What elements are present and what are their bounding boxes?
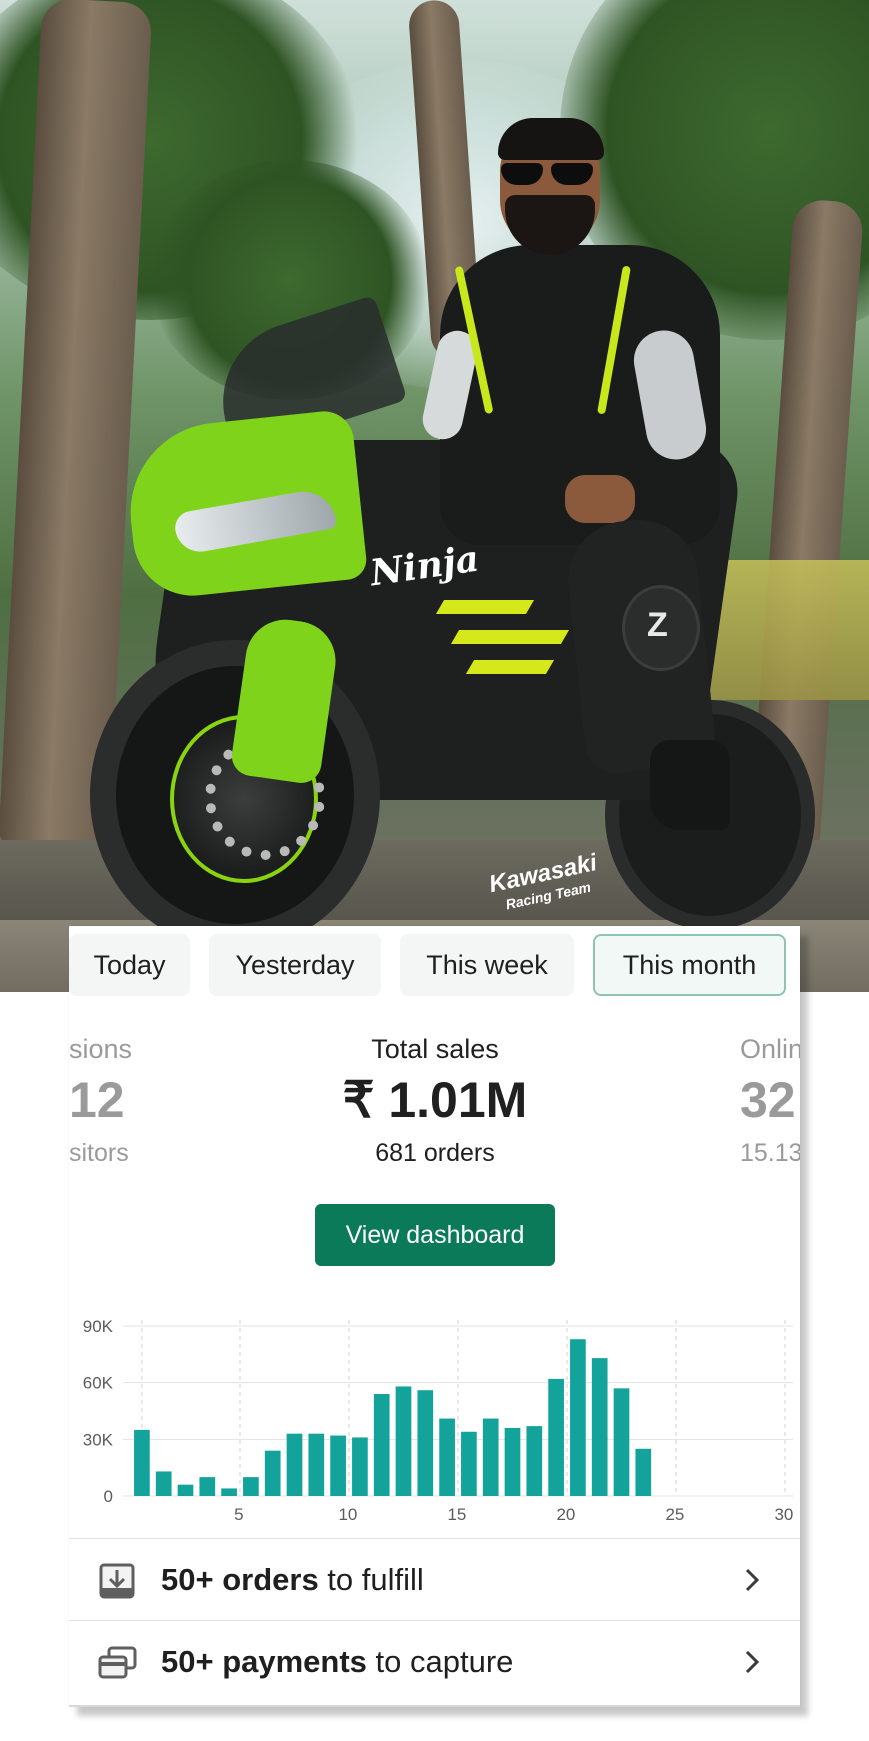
knee-guard: Z xyxy=(622,585,700,671)
chart-bar xyxy=(134,1429,150,1496)
chart-bar xyxy=(286,1433,303,1496)
chevron-right-icon xyxy=(745,1650,760,1674)
chart-bar xyxy=(417,1390,434,1496)
chart-bar xyxy=(635,1448,652,1496)
sales-bar-chart: 0 30K 60K 90K 5 10 15 20 25 30 xyxy=(83,1317,794,1524)
rider-boot xyxy=(650,740,730,830)
chart-bar xyxy=(395,1386,412,1496)
x-tick-label: 10 xyxy=(338,1505,357,1524)
hero-photo: Ninja Kawasaki Racing Team Z xyxy=(0,0,869,992)
chart-bar xyxy=(177,1484,194,1496)
metric-sub: sitors xyxy=(69,1139,129,1167)
chart-bar xyxy=(591,1358,608,1496)
chart-bar xyxy=(526,1426,543,1496)
chart-bar xyxy=(264,1450,281,1496)
chart-bar xyxy=(352,1437,368,1496)
payments-rest: to capture xyxy=(366,1644,514,1679)
chart-bar xyxy=(482,1418,499,1496)
view-dashboard-button[interactable]: View dashboard xyxy=(315,1204,555,1266)
rider-hair xyxy=(498,118,604,160)
metric-label: sions xyxy=(69,1034,133,1064)
chart-bar xyxy=(613,1388,630,1496)
chart-bar xyxy=(461,1431,477,1496)
stripe xyxy=(435,600,535,614)
chart-bar xyxy=(330,1435,346,1496)
metric-label: Onlin xyxy=(740,1034,800,1064)
y-tick-label: 60K xyxy=(83,1374,114,1393)
payments-to-capture-text: 50+ payments to capture xyxy=(161,1621,513,1703)
total-sales-value: ₹ 1.01M xyxy=(342,1072,528,1128)
chart-bar xyxy=(221,1488,237,1496)
total-sales-metric[interactable]: Total sales ₹ 1.01M 681 orders xyxy=(285,1034,585,1168)
chart-bar xyxy=(243,1477,259,1496)
x-tick-label: 25 xyxy=(665,1505,684,1524)
online-store-metric[interactable]: Onlin 32 15.13 xyxy=(740,1034,800,1168)
chart-bar xyxy=(439,1418,455,1496)
download-tray-icon xyxy=(99,1563,135,1599)
orders-to-fulfill-text: 50+ orders to fulfill xyxy=(161,1539,424,1621)
chart-bar xyxy=(548,1378,564,1496)
chart-bar xyxy=(373,1394,390,1496)
chart-bar xyxy=(199,1477,216,1496)
y-tick-label: 90K xyxy=(83,1317,114,1336)
orders-count-bold: 50+ orders xyxy=(161,1562,319,1597)
metric-value: 32 xyxy=(740,1072,796,1128)
chart-bar xyxy=(504,1428,521,1496)
card-bottom-edge xyxy=(69,1705,800,1707)
chevron-right-icon xyxy=(745,1568,760,1592)
payments-to-capture-row[interactable]: 50+ payments to capture xyxy=(69,1620,800,1702)
x-tick-label: 20 xyxy=(556,1505,575,1524)
x-tick-label: 15 xyxy=(447,1505,466,1524)
orders-count: 681 orders xyxy=(375,1139,495,1167)
sunglasses xyxy=(497,163,597,185)
orders-rest: to fulfill xyxy=(318,1562,424,1597)
y-tick-label: 30K xyxy=(83,1430,114,1449)
chart-bar xyxy=(308,1433,325,1496)
tab-this-week[interactable]: This week xyxy=(400,934,574,996)
payments-count-bold: 50+ payments xyxy=(161,1644,367,1679)
metric-sub: 15.13 xyxy=(740,1139,800,1167)
tab-today[interactable]: Today xyxy=(69,934,190,996)
chart-bar xyxy=(155,1471,172,1496)
tab-yesterday[interactable]: Yesterday xyxy=(209,934,381,996)
sessions-metric[interactable]: sions 12 sitors xyxy=(69,1034,189,1168)
chart-bar xyxy=(570,1339,586,1496)
tab-this-month[interactable]: This month xyxy=(593,934,786,996)
x-tick-label: 5 xyxy=(234,1505,243,1524)
knee-logo: Z xyxy=(647,606,668,644)
y-tick-label: 0 xyxy=(104,1487,113,1506)
rider-hand xyxy=(565,475,635,523)
total-sales-label: Total sales xyxy=(371,1034,499,1064)
orders-to-fulfill-row[interactable]: 50+ orders to fulfill xyxy=(69,1538,800,1620)
metric-value: 12 xyxy=(69,1072,125,1128)
credit-card-icon xyxy=(98,1646,137,1679)
x-tick-label: 30 xyxy=(774,1505,793,1524)
stripe xyxy=(465,660,555,674)
stripe xyxy=(450,630,570,644)
